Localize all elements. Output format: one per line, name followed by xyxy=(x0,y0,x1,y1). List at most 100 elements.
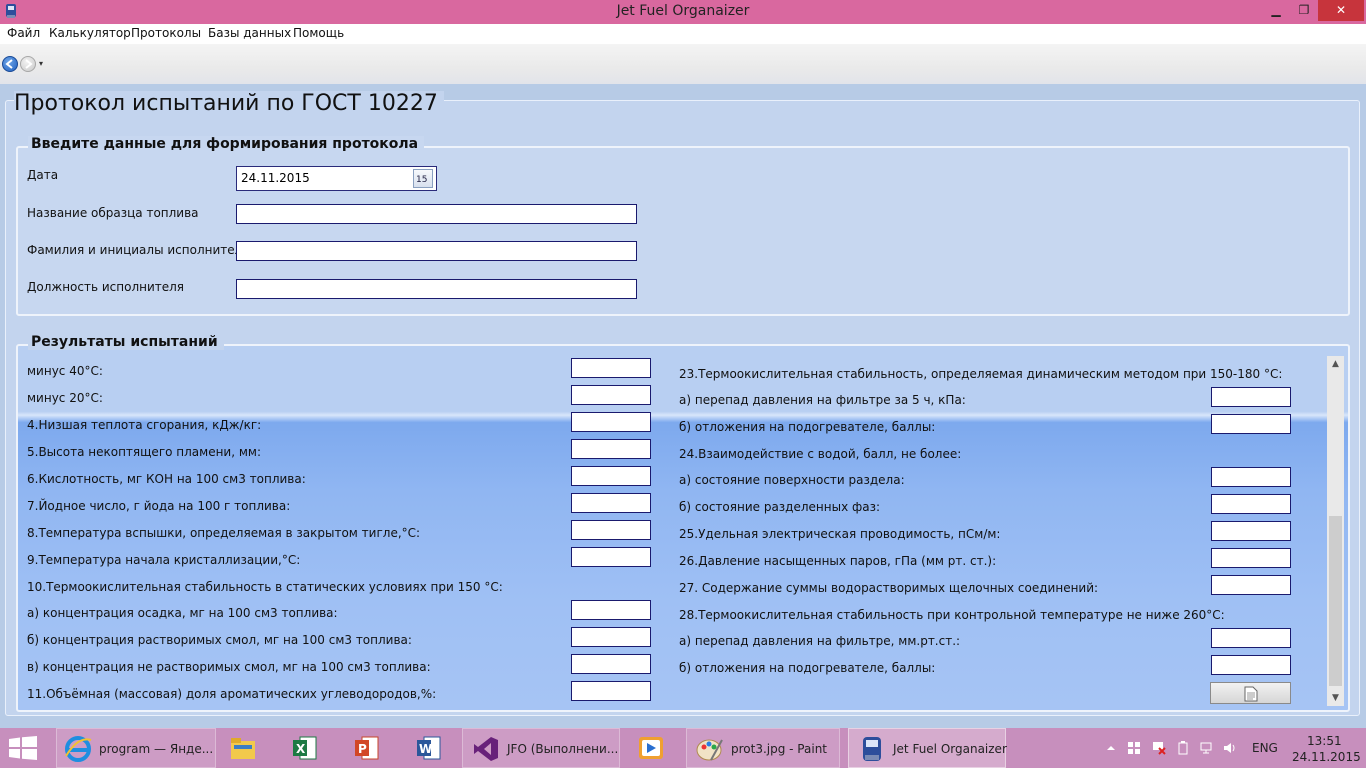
network-icon[interactable] xyxy=(1200,741,1214,755)
result-section-label: 28.Термоокислительная стабильность при к… xyxy=(679,608,1225,622)
menu-protocols[interactable]: Протоколы xyxy=(131,26,201,40)
show-hidden-icons-icon[interactable] xyxy=(1104,741,1118,755)
generate-document-button[interactable] xyxy=(1210,682,1291,704)
result-label: минус 20°С: xyxy=(27,391,103,405)
scroll-thumb[interactable] xyxy=(1329,516,1342,686)
menu-file[interactable]: Файл xyxy=(7,26,40,40)
results-group-title: Результаты испытаний xyxy=(28,334,224,350)
taskbar-item-jet-fuel-organaizer[interactable]: Jet Fuel Organaizer xyxy=(848,728,1007,768)
system-tray: ENG 13:51 24.11.2015 xyxy=(1100,728,1366,768)
svg-text:P: P xyxy=(358,742,367,756)
result-label: 6.Кислотность, мг КОН на 100 см3 топлива… xyxy=(27,472,306,486)
svg-text:X: X xyxy=(296,742,306,756)
result-input[interactable] xyxy=(571,439,651,459)
fuel-sample-name-field[interactable] xyxy=(236,204,637,224)
result-input[interactable] xyxy=(1211,521,1291,541)
windows-start-icon[interactable] xyxy=(8,736,38,763)
calendar-icon[interactable]: 15 xyxy=(413,169,433,188)
taskbar-item-visual-studio[interactable]: JFO (Выполнени... xyxy=(462,728,620,768)
result-input[interactable] xyxy=(571,466,651,486)
result-input[interactable] xyxy=(571,493,651,513)
menu-bar: Файл Калькулятор Протоколы Базы данных П… xyxy=(0,24,1366,44)
result-input[interactable] xyxy=(1211,575,1291,595)
volume-icon[interactable] xyxy=(1223,741,1237,755)
result-label: а) перепад давления на фильтре за 5 ч, к… xyxy=(679,393,966,407)
result-input[interactable] xyxy=(571,520,651,540)
window-title: Jet Fuel Organaizer xyxy=(616,3,750,19)
action-center-icon[interactable] xyxy=(1127,741,1141,755)
executor-position-field[interactable] xyxy=(236,279,637,299)
result-input[interactable] xyxy=(1211,414,1291,434)
result-label: 27. Содержание суммы водорастворимых щел… xyxy=(679,581,1099,595)
paint-icon xyxy=(696,739,723,761)
result-input[interactable] xyxy=(1211,387,1291,407)
input-data-group: Введите данные для формирования протокол… xyxy=(16,136,1350,316)
back-icon[interactable] xyxy=(2,56,18,72)
taskbar-item-excel[interactable]: X xyxy=(284,728,328,768)
history-dropdown-icon[interactable]: ▾ xyxy=(39,59,43,68)
result-input[interactable] xyxy=(1211,467,1291,487)
excel-icon: X xyxy=(293,736,317,760)
clock-date[interactable]: 24.11.2015 xyxy=(1292,750,1361,764)
result-label: 5.Высота некоптящего пламени, мм: xyxy=(27,445,261,459)
result-input[interactable] xyxy=(571,681,651,701)
result-label: 26.Давление насыщенных паров, гПа (мм рт… xyxy=(679,554,997,568)
menu-databases[interactable]: Базы данных xyxy=(208,26,291,40)
result-section-label: 24.Взаимодействие с водой, балл, не боле… xyxy=(679,447,962,461)
result-input[interactable] xyxy=(571,600,651,620)
taskbar-item-label: prot3.jpg - Paint xyxy=(731,742,828,756)
taskbar-item-browser[interactable]: program — Янде... xyxy=(56,728,216,768)
menu-calculator[interactable]: Калькулятор xyxy=(49,26,131,40)
result-label: б) состояние разделенных фаз: xyxy=(679,500,881,514)
taskbar-item-powerpoint[interactable]: P xyxy=(346,728,390,768)
result-section-label: 23.Термоокислительная стабильность, опре… xyxy=(679,367,1283,381)
taskbar-item-label: program — Янде... xyxy=(99,742,214,756)
result-label: 8.Температура вспышки, определяемая в за… xyxy=(27,526,421,540)
result-input[interactable] xyxy=(571,412,651,432)
result-input[interactable] xyxy=(571,358,651,378)
result-input[interactable] xyxy=(1211,494,1291,514)
result-input[interactable] xyxy=(571,654,651,674)
clock-time[interactable]: 13:51 xyxy=(1307,734,1342,748)
result-input[interactable] xyxy=(571,547,651,567)
scroll-down-icon[interactable]: ▼ xyxy=(1327,690,1344,706)
taskbar-item-media-player[interactable] xyxy=(630,728,674,768)
main-area: Протокол испытаний по ГОСТ 10227 Введите… xyxy=(0,84,1366,728)
taskbar-item-word[interactable]: W xyxy=(408,728,452,768)
media-player-icon xyxy=(639,737,663,759)
date-picker[interactable]: 24.11.2015 15 xyxy=(236,166,437,191)
result-label: б) отложения на подогревателе, баллы: xyxy=(679,420,936,434)
battery-icon[interactable] xyxy=(1176,741,1190,755)
date-label: Дата xyxy=(27,168,59,182)
result-label: 11.Объёмная (массовая) доля ароматически… xyxy=(27,687,437,701)
taskbar-item-paint[interactable]: prot3.jpg - Paint xyxy=(686,728,840,768)
result-label: в) концентрация не растворимых смол, мг … xyxy=(27,660,431,674)
executor-name-field[interactable] xyxy=(236,241,637,261)
maximize-button[interactable]: ❐ xyxy=(1290,0,1318,20)
page-title: Протокол испытаний по ГОСТ 10227 xyxy=(14,91,444,116)
language-indicator[interactable]: ENG xyxy=(1252,741,1278,755)
forward-icon[interactable] xyxy=(20,56,36,72)
flag-warning-icon[interactable] xyxy=(1152,741,1166,755)
result-label: минус 40°С: xyxy=(27,364,103,378)
close-button[interactable]: ✕ xyxy=(1318,0,1364,21)
result-label: 25.Удельная электрическая проводимость, … xyxy=(679,527,1001,541)
scroll-up-icon[interactable]: ▲ xyxy=(1327,356,1344,372)
result-input[interactable] xyxy=(571,627,651,647)
result-label: 9.Температура начала кристаллизации,°С: xyxy=(27,553,301,567)
result-input[interactable] xyxy=(1211,655,1291,675)
ie-icon xyxy=(65,736,92,762)
menu-help[interactable]: Помощь xyxy=(293,26,344,40)
executor-position-label: Должность исполнителя xyxy=(27,280,185,294)
svg-text:W: W xyxy=(419,742,432,756)
result-label: а) перепад давления на фильтре, мм.рт.ст… xyxy=(679,634,961,648)
result-input[interactable] xyxy=(1211,548,1291,568)
result-label: а) концентрация осадка, мг на 100 см3 то… xyxy=(27,606,338,620)
results-scrollbar[interactable]: ▲ ▼ xyxy=(1327,356,1344,706)
result-input[interactable] xyxy=(1211,628,1291,648)
taskbar-item-explorer[interactable] xyxy=(222,728,266,768)
result-input[interactable] xyxy=(571,385,651,405)
document-icon xyxy=(1244,686,1258,702)
minimize-button[interactable]: ▁ xyxy=(1262,0,1290,20)
date-value[interactable]: 24.11.2015 xyxy=(241,171,310,185)
